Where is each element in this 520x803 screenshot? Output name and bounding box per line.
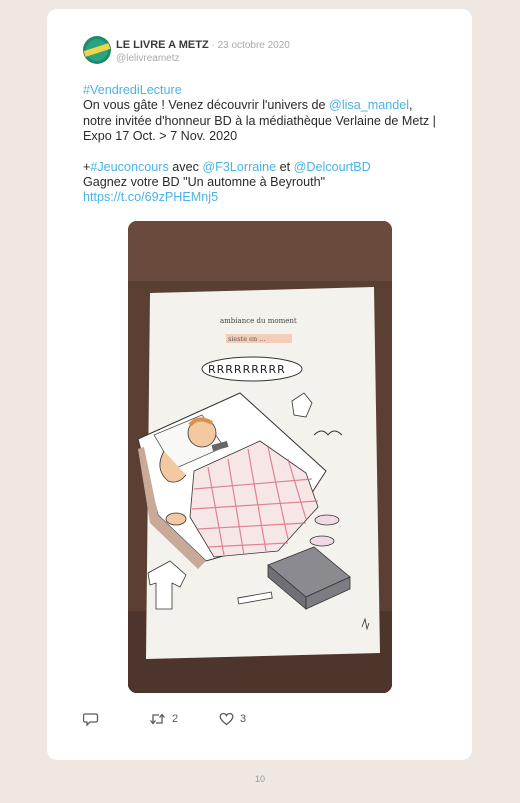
tweet-actions: 2 3	[83, 712, 443, 732]
like-count: 3	[240, 713, 247, 725]
tweet-text: #VendrediLecture On vous gâte ! Venez dé…	[83, 83, 443, 206]
tweet-photo[interactable]: ambiance du moment sieste en ... RRRRRRR…	[128, 221, 392, 693]
reply-icon	[83, 713, 99, 726]
avatar[interactable]	[83, 36, 111, 64]
text-line-a: On vous gâte ! Venez découvrir l'univers…	[83, 98, 330, 113]
mention-f3lorraine[interactable]: @F3Lorraine	[202, 160, 276, 174]
text-line-c: Gagnez votre BD "Un automne à Beyrouth"	[83, 175, 326, 190]
tweet-card: LE LIVRE A METZ · 23 octobre 2020 @leliv…	[47, 9, 472, 760]
tweet-date[interactable]: 23 octobre 2020	[218, 40, 290, 51]
text-et: et	[276, 159, 294, 174]
mention-delcourtbd[interactable]: @DelcourtBD	[294, 160, 371, 174]
retweet-count: 2	[172, 713, 179, 725]
name-line: LE LIVRE A METZ · 23 octobre 2020	[116, 39, 290, 52]
drawing-caption-top: ambiance du moment	[220, 317, 297, 325]
mention-lisa-mandel[interactable]: @lisa_mandel	[329, 98, 409, 112]
date-separator: ·	[208, 40, 218, 51]
tweet-url[interactable]: https://t.co/69zPHEMnj5	[83, 190, 218, 204]
hashtag-jeuconcours[interactable]: #Jeuconcours	[90, 160, 168, 174]
user-handle[interactable]: @lelivreametz	[116, 53, 290, 65]
display-name[interactable]: LE LIVRE A METZ	[116, 39, 209, 51]
hashtag-vendredilecture[interactable]: #VendrediLecture	[83, 83, 182, 97]
retweet-button[interactable]: 2	[149, 712, 178, 726]
retweet-icon	[150, 713, 165, 725]
like-button[interactable]: 3	[219, 712, 246, 726]
text-avec: avec	[168, 159, 203, 174]
page-number: 10	[254, 774, 265, 784]
tweet-header: LE LIVRE A METZ · 23 octobre 2020 @leliv…	[116, 39, 290, 65]
heart-icon	[219, 712, 234, 726]
reply-button[interactable]	[83, 712, 99, 726]
drawing-caption-sub: sieste en ...	[228, 335, 265, 343]
drawing-snore: RRRRRRRRR	[208, 363, 286, 376]
